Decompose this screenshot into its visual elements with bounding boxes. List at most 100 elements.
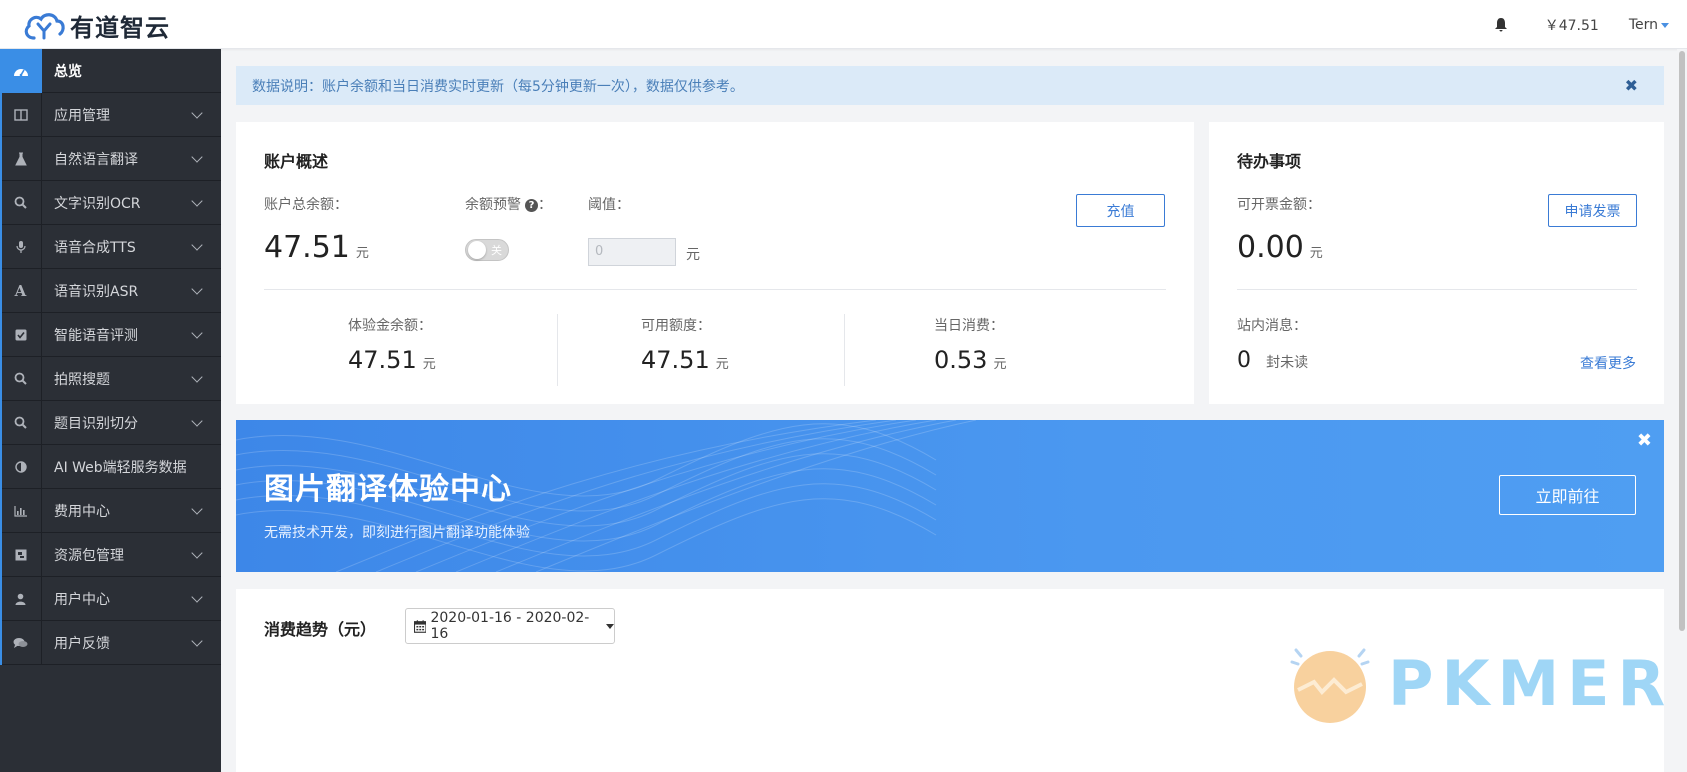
sidebar-item-label: 用户中心 xyxy=(54,591,110,608)
bar-chart-icon xyxy=(0,488,42,533)
sidebar-item-label: 费用中心 xyxy=(54,503,110,520)
date-range-picker[interactable]: 2020-01-16 - 2020-02-16 xyxy=(405,608,615,644)
card-title: 待办事项 xyxy=(1237,152,1302,171)
sidebar-item-evaluation[interactable]: 智能语音评测 xyxy=(0,312,221,357)
card-title: 消费趋势（元） xyxy=(264,620,377,639)
balance-display[interactable]: ￥47.51 xyxy=(1545,15,1599,35)
chevron-down-icon xyxy=(191,282,203,295)
chevron-down-icon xyxy=(191,414,203,427)
pkmer-logo-icon xyxy=(1290,648,1370,723)
total-balance-value: 47.51 xyxy=(264,230,350,265)
search-icon xyxy=(0,356,42,401)
unread-count: 0 xyxy=(1237,348,1251,373)
today-spend-label: 当日消费： xyxy=(934,318,1004,334)
balance-alert-toggle[interactable]: 关 xyxy=(465,239,509,261)
threshold-input[interactable]: 0 xyxy=(588,238,676,266)
sidebar-item-label: 智能语音评测 xyxy=(54,327,138,344)
scrollbar-thumb[interactable] xyxy=(1679,51,1685,631)
user-icon xyxy=(0,576,42,621)
view-more-link[interactable]: 查看更多 xyxy=(1580,353,1636,373)
chevron-down-icon xyxy=(191,502,203,515)
notice-text: 数据说明：账户余额和当日消费实时更新（每5分钟更新一次），数据仅供参考。 xyxy=(252,78,744,95)
sidebar-item-photo-search[interactable]: 拍照搜题 xyxy=(0,356,221,401)
chevron-down-icon xyxy=(191,106,203,119)
sidebar-item-label: 总览 xyxy=(54,63,82,80)
sidebar-item-feedback[interactable]: 用户反馈 xyxy=(0,620,221,665)
close-icon[interactable]: ✖ xyxy=(1625,76,1638,95)
calendar-icon xyxy=(414,619,427,633)
invoice-amount-label: 可开票金额： xyxy=(1237,197,1321,213)
caret-down-icon xyxy=(606,623,614,629)
chevron-down-icon xyxy=(191,194,203,207)
sidebar-item-asr[interactable]: A 语音识别ASR xyxy=(0,268,221,313)
banner-title: 图片翻译体验中心 xyxy=(264,472,512,507)
bell-icon[interactable] xyxy=(1491,15,1511,35)
card-title: 账户概述 xyxy=(264,152,329,171)
go-now-button[interactable]: 立即前往 xyxy=(1499,475,1636,515)
banner-subtitle: 无需技术开发，即刻进行图片翻译功能体验 xyxy=(264,525,530,541)
apply-invoice-button[interactable]: 申请发票 xyxy=(1548,194,1637,227)
today-spend-value: 0.53 xyxy=(934,346,988,374)
watermark-text: PKMER xyxy=(1388,646,1674,720)
sidebar-item-label: 自然语言翻译 xyxy=(54,151,138,168)
sidebar-item-user-center[interactable]: 用户中心 xyxy=(0,576,221,621)
flask-icon xyxy=(0,136,42,181)
messages-label: 站内消息： xyxy=(1237,318,1307,334)
close-icon[interactable]: ✖ xyxy=(1637,430,1652,451)
chevron-down-icon xyxy=(191,546,203,559)
adjust-icon xyxy=(0,444,42,489)
divider xyxy=(264,289,1166,290)
comments-icon xyxy=(0,620,42,665)
sidebar: 总览 应用管理 自然语言翻译 文字识别OCR 语音合成TTS A 语音识别ASR… xyxy=(0,48,221,772)
invoice-amount-value: 0.00 xyxy=(1237,230,1304,265)
unit-label: 元 xyxy=(993,357,1007,372)
total-balance-label: 账户总余额： xyxy=(264,197,348,213)
divider xyxy=(1237,289,1637,290)
sidebar-item-overview[interactable]: 总览 xyxy=(0,48,221,93)
data-notice: 数据说明：账户余额和当日消费实时更新（每5分钟更新一次），数据仅供参考。 ✖ xyxy=(236,66,1664,105)
trial-balance-label: 体验金余额： xyxy=(348,318,432,334)
todo-card: 待办事项 可开票金额： 0.00 元 申请发票 站内消息： 0 封未读 查看更多 xyxy=(1209,122,1664,404)
available-credit-value: 47.51 xyxy=(641,346,710,374)
user-menu[interactable]: Tern xyxy=(1629,17,1669,33)
sidebar-item-label: AI Web端轻服务数据 xyxy=(54,459,187,476)
sidebar-item-billing[interactable]: 费用中心 xyxy=(0,488,221,533)
unit-label: 元 xyxy=(1309,246,1323,261)
help-icon[interactable]: ? xyxy=(525,198,538,212)
chevron-down-icon xyxy=(191,150,203,163)
sidebar-item-label: 应用管理 xyxy=(54,107,110,124)
font-icon: A xyxy=(0,268,42,313)
check-square-icon xyxy=(0,312,42,357)
sidebar-item-label: 题目识别切分 xyxy=(54,415,138,432)
scrollbar[interactable] xyxy=(1677,49,1687,772)
balance-alert-label: 余额预警?： xyxy=(465,197,552,213)
chevron-down-icon xyxy=(191,370,203,383)
sidebar-item-translation[interactable]: 自然语言翻译 xyxy=(0,136,221,181)
sidebar-item-tts[interactable]: 语音合成TTS xyxy=(0,224,221,269)
sidebar-item-ai-web[interactable]: AI Web端轻服务数据 xyxy=(0,444,221,489)
unit-label: 元 xyxy=(355,246,369,261)
top-bar: 有道智云 ￥47.51 Tern xyxy=(0,0,1687,49)
recharge-button[interactable]: 充值 xyxy=(1076,194,1165,227)
sidebar-item-label: 用户反馈 xyxy=(54,635,110,652)
threshold-unit: 元 xyxy=(686,247,700,263)
chevron-down-icon xyxy=(191,634,203,647)
divider xyxy=(844,314,845,386)
sidebar-item-label: 语音合成TTS xyxy=(54,239,136,256)
dashboard-icon xyxy=(0,48,42,93)
search-icon xyxy=(0,180,42,225)
sidebar-item-label: 资源包管理 xyxy=(54,547,124,564)
package-icon xyxy=(0,532,42,577)
sidebar-item-question-split[interactable]: 题目识别切分 xyxy=(0,400,221,445)
unread-suffix: 封未读 xyxy=(1266,355,1309,371)
available-credit-label: 可用额度： xyxy=(641,318,711,334)
logo[interactable]: 有道智云 xyxy=(22,8,170,43)
sidebar-item-ocr[interactable]: 文字识别OCR xyxy=(0,180,221,225)
sidebar-item-app-management[interactable]: 应用管理 xyxy=(0,92,221,137)
date-range-text: 2020-01-16 - 2020-02-16 xyxy=(430,610,590,642)
promo-banner: 图片翻译体验中心 无需技术开发，即刻进行图片翻译功能体验 立即前往 ✖ xyxy=(236,420,1664,572)
toggle-label: 关 xyxy=(491,244,502,257)
sidebar-item-resource-pack[interactable]: 资源包管理 xyxy=(0,532,221,577)
columns-icon xyxy=(0,92,42,137)
sidebar-item-label: 拍照搜题 xyxy=(54,371,110,388)
